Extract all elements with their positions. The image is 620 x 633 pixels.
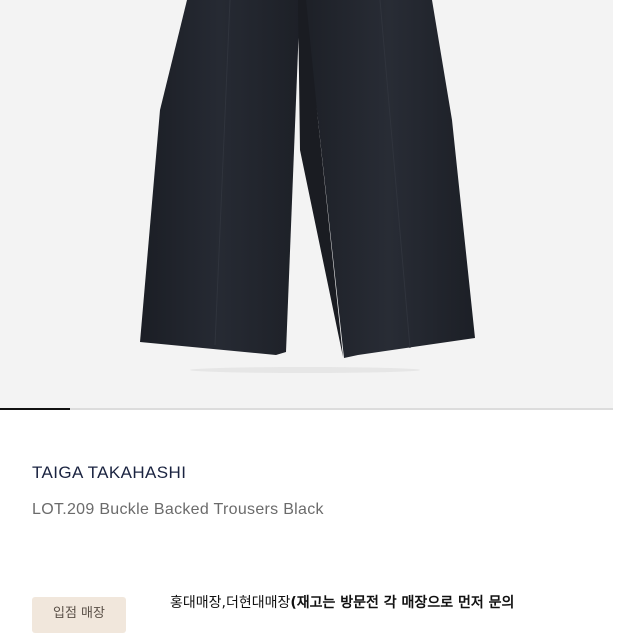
store-badge: 입점 매장 [32, 597, 126, 633]
gallery-progress-track [0, 408, 613, 410]
trousers-image [140, 0, 475, 373]
product-image[interactable] [0, 0, 613, 410]
store-locations: 홍대매장,더현대매장 [170, 595, 291, 611]
product-title: LOT.209 Buckle Backed Trousers Black [32, 501, 324, 518]
store-info: 홍대매장,더현대매장(재고는 방문전 각 매장으로 먼저 문의 [170, 592, 610, 612]
trousers-left-leg [140, 0, 300, 355]
gallery-progress-bar [0, 408, 71, 410]
stock-note: (재고는 방문전 각 매장으로 먼저 문의 [290, 595, 515, 611]
brand-name[interactable]: TAIGA TAKAHASHI [32, 463, 186, 483]
trousers-right-leg [303, 0, 475, 358]
